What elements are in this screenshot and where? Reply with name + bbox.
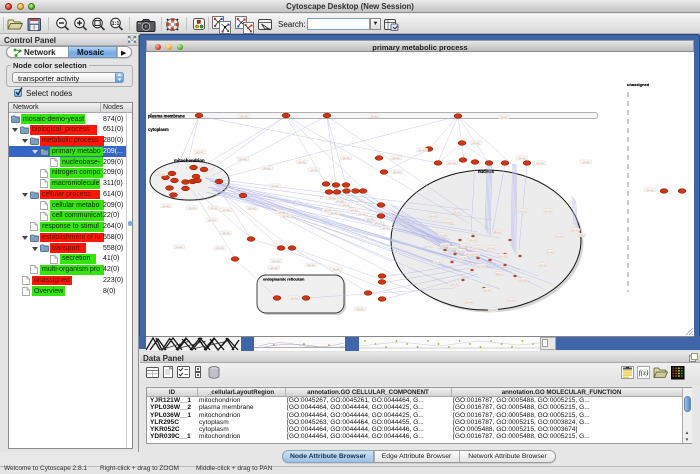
svg-text:(xx xx): (xx xx)	[248, 207, 255, 210]
svg-text:(xx xx): (xx xx)	[429, 215, 436, 218]
svg-text:(xx xx): (xx xx)	[469, 239, 476, 242]
svg-text:cytoplasm: cytoplasm	[148, 127, 169, 132]
svg-text:(xx xx): (xx xx)	[162, 205, 169, 208]
svg-text:(xx xx): (xx xx)	[495, 273, 502, 276]
svg-text:(xx xx): (xx xx)	[278, 211, 285, 214]
svg-text:(xx xx): (xx xx)	[342, 157, 349, 160]
svg-text:(xx xx): (xx xx)	[290, 297, 297, 300]
svg-text:(xx xx): (xx xx)	[457, 250, 464, 253]
svg-text:(xx xx): (xx xx)	[434, 261, 441, 264]
svg-text:endoplasmic reticulum: endoplasmic reticulum	[263, 278, 305, 282]
svg-text:(xx xx): (xx xx)	[499, 255, 506, 258]
svg-text:(xx xx): (xx xx)	[392, 157, 399, 160]
svg-text:(xx xx): (xx xx)	[418, 149, 425, 152]
svg-text:nucleus: nucleus	[478, 169, 494, 174]
svg-text:(xx xx): (xx xx)	[518, 157, 525, 160]
svg-text:(xx xx): (xx xx)	[350, 209, 357, 212]
svg-text:(xx xx): (xx xx)	[500, 116, 507, 119]
svg-text:(xx xx): (xx xx)	[449, 247, 456, 250]
svg-text:(xx xx): (xx xx)	[366, 218, 373, 221]
svg-text:(xx xx): (xx xx)	[546, 251, 553, 254]
svg-text:(xx xx): (xx xx)	[453, 211, 460, 214]
svg-text:(xx xx): (xx xx)	[646, 189, 653, 192]
svg-text:(xx xx): (xx xx)	[216, 247, 223, 250]
svg-text:(xx xx): (xx xx)	[270, 267, 277, 270]
svg-text:(xx xx): (xx xx)	[188, 207, 195, 210]
svg-text:(xx xx): (xx xx)	[175, 246, 182, 249]
svg-text:(xx xx): (xx xx)	[461, 245, 468, 248]
svg-text:plasma membrane: plasma membrane	[148, 113, 185, 118]
svg-text:(xx xx): (xx xx)	[424, 245, 431, 248]
svg-text:(xx xx): (xx xx)	[240, 115, 247, 118]
svg-text:(xx xx): (xx xx)	[342, 204, 349, 207]
svg-text:(xx xx): (xx xx)	[536, 162, 543, 165]
svg-text:(xx xx): (xx xx)	[271, 185, 278, 188]
svg-text:(xx xx): (xx xx)	[298, 161, 305, 164]
svg-text:(xx xx): (xx xx)	[328, 197, 335, 200]
svg-text:1:1: 1:1	[112, 21, 120, 27]
svg-text:unassigned: unassigned	[627, 82, 650, 87]
svg-text:(xx xx): (xx xx)	[393, 171, 400, 174]
svg-text:(xx xx): (xx xx)	[483, 289, 490, 292]
svg-text:(xx xx): (xx xx)	[582, 161, 589, 164]
svg-text:(xx xx): (xx xx)	[310, 169, 317, 172]
svg-text:(xx xx): (xx xx)	[519, 279, 526, 282]
svg-text:(xx xx): (xx xx)	[471, 253, 478, 256]
svg-text:(xx xx): (xx xx)	[539, 264, 546, 267]
svg-text:(xx xx): (xx xx)	[451, 283, 458, 286]
svg-text:(xx xx): (xx xx)	[465, 301, 472, 304]
svg-text:(xx xx): (xx xx)	[472, 142, 479, 145]
svg-text:(xx xx): (xx xx)	[439, 234, 446, 237]
svg-text:(xx xx): (xx xx)	[272, 260, 279, 263]
svg-text:(xx xx): (xx xx)	[487, 247, 494, 250]
svg-text:(xx xx): (xx xx)	[196, 151, 203, 154]
svg-text:(xx xx): (xx xx)	[239, 158, 246, 161]
svg-text:(xx xx): (xx xx)	[210, 207, 217, 210]
svg-text:(xx xx): (xx xx)	[507, 299, 514, 302]
svg-text:(xx xx): (xx xx)	[336, 200, 343, 203]
svg-text:(xx xx): (xx xx)	[222, 209, 229, 212]
svg-text:(xx xx): (xx xx)	[448, 162, 455, 165]
svg-text:(xx xx): (xx xx)	[374, 222, 381, 225]
svg-text:(xx xx): (xx xx)	[356, 308, 363, 311]
svg-text:(xx xx): (xx xx)	[358, 213, 365, 216]
svg-text:(xx xx): (xx xx)	[330, 212, 337, 215]
svg-text:(xx xx): (xx xx)	[555, 235, 562, 238]
svg-text:(xx xx): (xx xx)	[459, 257, 466, 260]
svg-text:(xx xx): (xx xx)	[307, 264, 314, 267]
svg-text:(xx xx): (xx xx)	[571, 229, 578, 232]
svg-text:(xx xx): (xx xx)	[157, 173, 164, 176]
svg-text:(xx xx): (xx xx)	[282, 215, 289, 218]
svg-text:(xx xx): (xx xx)	[477, 265, 484, 268]
svg-text:(xx xx): (xx xx)	[332, 268, 339, 271]
svg-text:(xx xx): (xx xx)	[489, 309, 496, 312]
svg-text:(xx xx): (xx xx)	[208, 219, 215, 222]
svg-text:(xx xx): (xx xx)	[263, 167, 270, 170]
svg-text:(xx xx): (xx xx)	[519, 210, 526, 213]
svg-text:(xx xx): (xx xx)	[577, 234, 584, 237]
svg-text:(xx xx): (xx xx)	[370, 115, 377, 118]
svg-text:mitochondrion: mitochondrion	[174, 158, 205, 163]
svg-text:(xx xx): (xx xx)	[493, 231, 500, 234]
svg-text:(xx xx): (xx xx)	[222, 232, 229, 235]
svg-text:(xx xx): (xx xx)	[444, 221, 451, 224]
svg-text:(xx xx): (xx xx)	[382, 227, 389, 230]
svg-text:(xx xx): (xx xx)	[473, 247, 480, 250]
svg-text:(xx xx): (xx xx)	[544, 210, 551, 213]
svg-text:f(x): f(x)	[639, 369, 649, 377]
svg-text:(xx xx): (xx xx)	[441, 244, 448, 247]
